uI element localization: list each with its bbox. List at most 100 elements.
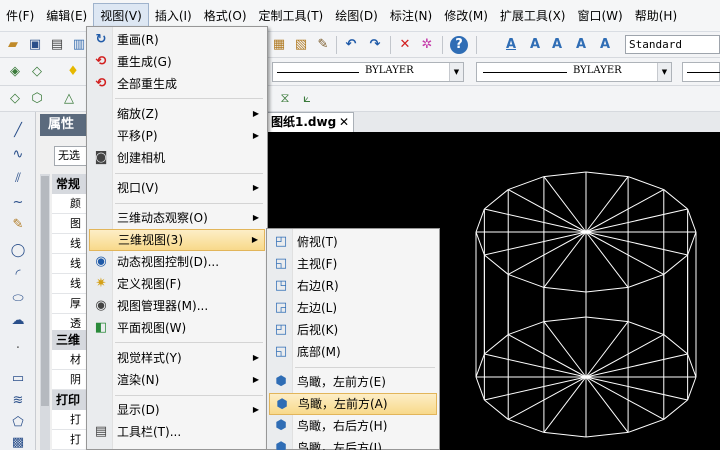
menu-item-render[interactable]: 渲染(N) ▶ <box>89 369 265 391</box>
properties-scrollbar[interactable] <box>40 174 50 450</box>
selection-dropdown[interactable]: 无选 <box>54 146 88 166</box>
mtext-icon[interactable]: A <box>526 36 544 54</box>
rectangle-icon[interactable]: ▭ <box>9 370 27 388</box>
edit-text-icon[interactable]: A <box>548 36 566 54</box>
menu-window[interactable]: 窗口(W) <box>572 3 629 29</box>
menu-item-create-camera[interactable]: ◙ 创建相机 <box>89 147 265 169</box>
redo-icon[interactable]: ↷ <box>366 36 384 54</box>
prop-row[interactable]: 线 <box>52 234 88 254</box>
menu-item-back-view[interactable]: ◰ 后视(K) <box>269 319 437 341</box>
section-general[interactable]: 常规 <box>52 174 88 194</box>
menu-item-toolbars[interactable]: ▤ 工具栏(T)... <box>89 421 265 443</box>
menu-item-viewports[interactable]: 视口(V) ▶ <box>89 177 265 199</box>
arc-icon[interactable]: ◜ <box>9 266 27 284</box>
polyline-icon[interactable]: ∿ <box>9 146 27 164</box>
line-icon[interactable]: ╱ <box>9 122 27 140</box>
plot-icon[interactable]: ▤ <box>48 36 66 54</box>
plotstyle-select[interactable] <box>682 62 720 82</box>
menu-insert[interactable]: 插入(I) <box>149 3 198 29</box>
menu-item-front-view[interactable]: ◱ 主视(F) <box>269 253 437 275</box>
left-view-icon: ◲ <box>274 300 288 315</box>
helix-icon[interactable]: ≋ <box>9 392 27 410</box>
menu-item-view-manager[interactable]: ◉ 视图管理器(M)... <box>89 295 265 317</box>
menu-item-top-view[interactable]: ◰ 俯视(T) <box>269 231 437 253</box>
menu-item-pan[interactable]: 平移(P) ▶ <box>89 125 265 147</box>
mline-icon[interactable]: ⫽ <box>9 170 27 188</box>
menu-item-right-view[interactable]: ◳ 右边(R) <box>269 275 437 297</box>
help-icon[interactable]: ? <box>450 36 468 54</box>
box-icon[interactable]: ◇ <box>6 90 24 108</box>
menu-item-regen-all[interactable]: ⟲ 全部重生成 <box>89 73 265 95</box>
prop-row[interactable]: 图 <box>52 214 88 234</box>
menu-item-plan-view[interactable]: ◧ 平面视图(W) <box>89 317 265 339</box>
prop-row[interactable]: 厚 <box>52 294 88 314</box>
menu-item-dynamic-view[interactable]: ◉ 动态视图控制(D)... <box>89 251 265 273</box>
text-style-select[interactable]: Standard <box>625 35 720 54</box>
properties-panel: 属性 无选 常规 颜 图 线 线 线 厚 透 三维 材 阴 打印 打 打 <box>36 112 88 450</box>
menu-edit[interactable]: 编辑(E) <box>40 3 93 29</box>
prop-row[interactable]: 材 <box>52 350 88 370</box>
menu-item-se-iso[interactable]: ⬢ 鸟瞰，左前方(A) <box>269 393 437 415</box>
menu-modify[interactable]: 修改(M) <box>438 3 494 29</box>
paste-icon[interactable]: ▧ <box>292 36 310 54</box>
spell-check-icon[interactable]: A <box>596 36 614 54</box>
menu-item-display[interactable]: 显示(D) ▶ <box>89 399 265 421</box>
menu-item-redraw[interactable]: ↻ 重画(R) <box>89 29 265 51</box>
section-3d[interactable]: 三维 <box>52 330 88 350</box>
menu-item-nw-iso[interactable]: ⬢ 鸟瞰，左后方(I) <box>269 437 437 450</box>
document-tab[interactable]: 图纸1.dwg ✕ <box>266 112 354 132</box>
undo-icon[interactable]: ↶ <box>342 36 360 54</box>
close-icon[interactable]: ✕ <box>339 113 349 131</box>
prop-row[interactable]: 打 <box>52 430 88 450</box>
menu-item-zoom[interactable]: 缩放(Z) ▶ <box>89 103 265 125</box>
find-text-icon[interactable]: A <box>572 36 590 54</box>
menu-draw[interactable]: 绘图(D) <box>329 3 384 29</box>
erase-icon[interactable]: ✕ <box>396 36 414 54</box>
menu-file[interactable]: 件(F) <box>0 3 40 29</box>
save-icon[interactable]: ▣ <box>26 36 44 54</box>
menu-dimension[interactable]: 标注(N) <box>384 3 438 29</box>
menu-help[interactable]: 帮助(H) <box>629 3 683 29</box>
menu-item-visual-styles[interactable]: 视觉样式(Y) ▶ <box>89 347 265 369</box>
ellipse-icon[interactable]: ⬭ <box>9 290 27 308</box>
prop-row[interactable]: 阴 <box>52 370 88 390</box>
orbit-icon[interactable]: ⟀ <box>298 90 316 108</box>
match-properties-icon[interactable]: ✎ <box>314 36 332 54</box>
text-style-icon[interactable]: A <box>502 36 520 54</box>
menu-item-left-view[interactable]: ◲ 左边(L) <box>269 297 437 319</box>
menu-item-bottom-view[interactable]: ◱ 底部(M) <box>269 341 437 363</box>
prop-row[interactable]: 颜 <box>52 194 88 214</box>
lightbulb-icon[interactable]: ♦ <box>64 63 82 81</box>
menu-item-3d-views[interactable]: 三维视图(3) ▶ <box>89 229 265 251</box>
copy-icon[interactable]: ▦ <box>270 36 288 54</box>
pyramid-icon[interactable]: △ <box>60 90 78 108</box>
point-icon[interactable]: · <box>9 340 27 358</box>
menu-express-tools[interactable]: 扩展工具(X) <box>494 3 572 29</box>
layer-state-icon[interactable]: ◇ <box>28 63 46 81</box>
cloud-icon[interactable]: ☁ <box>9 312 27 330</box>
prop-row[interactable]: 打 <box>52 410 88 430</box>
polygon-icon[interactable]: ⬠ <box>9 414 27 432</box>
linetype-select[interactable]: BYLAYER ▼ <box>272 62 464 82</box>
circle-icon[interactable]: ◯ <box>9 242 27 260</box>
menu-format[interactable]: 格式(O) <box>198 3 253 29</box>
lineweight-select[interactable]: BYLAYER ▼ <box>476 62 672 82</box>
menu-item-sw-iso[interactable]: ⬢ 鸟瞰，左前方(E) <box>269 371 437 393</box>
region-icon[interactable]: ▩ <box>9 434 27 450</box>
prop-row[interactable]: 线 <box>52 274 88 294</box>
ucs-icon[interactable]: ⧖ <box>276 90 294 108</box>
section-plot[interactable]: 打印 <box>52 390 88 410</box>
select-filter-icon[interactable]: ✲ <box>418 36 436 54</box>
pencil-icon[interactable]: ✎ <box>9 216 27 234</box>
layer-icon[interactable]: ◈ <box>6 63 24 81</box>
menu-item-regen[interactable]: ⟲ 重生成(G) <box>89 51 265 73</box>
menu-item-ne-iso[interactable]: ⬢ 鸟瞰，右后方(H) <box>269 415 437 437</box>
cube-icon[interactable]: ⬡ <box>28 90 46 108</box>
spline-icon[interactable]: ~ <box>9 194 27 212</box>
menu-view[interactable]: 视图(V) <box>93 2 149 29</box>
prop-row[interactable]: 线 <box>52 254 88 274</box>
open-icon[interactable]: ▰ <box>4 36 22 54</box>
menu-item-define-view[interactable]: ✷ 定义视图(F) <box>89 273 265 295</box>
menu-custom-tools[interactable]: 定制工具(T) <box>253 3 330 29</box>
menu-item-3d-orbit[interactable]: 三维动态观察(O) ▶ <box>89 207 265 229</box>
